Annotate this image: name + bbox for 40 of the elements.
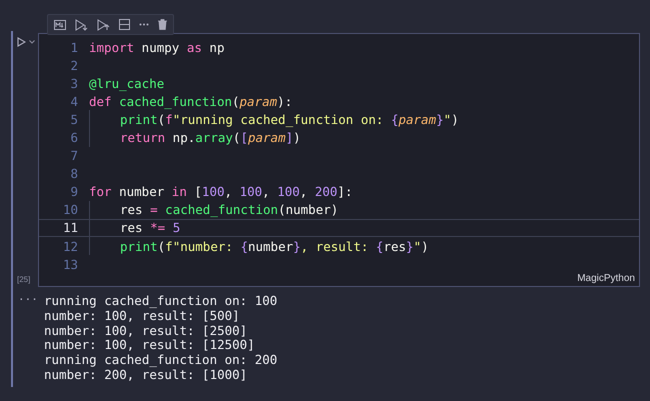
- output-line: running cached_function on: 200: [44, 353, 278, 368]
- run-icon[interactable]: [17, 37, 26, 47]
- line-number: 1: [69, 40, 78, 55]
- output-menu[interactable]: ···: [0, 294, 44, 383]
- code-line: print(f"running cached_function on: {param}"): [120, 112, 459, 127]
- code-line: res = cached_function(number): [120, 202, 338, 218]
- execution-count: [25]: [17, 275, 32, 286]
- code-line: res *= 5: [120, 220, 180, 236]
- output-line: number: 200, result: [1000]: [44, 368, 248, 383]
- line-number: 8: [69, 166, 78, 182]
- output-line: number: 100, result: [2500]: [44, 324, 248, 338]
- code-editor[interactable]: [38, 33, 640, 287]
- line-number: 11: [62, 220, 78, 236]
- line-number: 12: [62, 238, 78, 254]
- line-number: 9: [69, 184, 78, 200]
- markdown-icon[interactable]: [54, 20, 66, 30]
- line-number: 7: [69, 148, 78, 164]
- run-below-icon[interactable]: [97, 18, 110, 30]
- trash-icon[interactable]: [158, 19, 167, 30]
- code-line: @lru_cache: [89, 76, 164, 91]
- code-line: return np.array([param]): [120, 130, 301, 146]
- code-line: for number in [100, 100, 100, 200]:: [89, 184, 352, 200]
- code-line: print(f"number: {number}, result: {res}"): [120, 238, 429, 254]
- code-line: def cached_function(param):: [89, 94, 292, 109]
- output-line: number: 100, result: [500]: [44, 308, 241, 324]
- more-icon[interactable]: [139, 23, 149, 26]
- line-number: 3: [69, 76, 78, 91]
- split-cell-icon[interactable]: [119, 19, 130, 30]
- chevron-down-icon[interactable]: [29, 40, 35, 44]
- line-number: 2: [69, 58, 78, 73]
- line-number: 6: [69, 130, 78, 146]
- output-line: running cached_function on: 100: [44, 294, 278, 309]
- line-number: 10: [62, 202, 78, 218]
- line-number: 5: [69, 112, 78, 127]
- line-number: 4: [69, 94, 78, 109]
- run-above-icon[interactable]: [75, 18, 88, 30]
- code-line: import numpy as np: [89, 40, 224, 55]
- line-number: 13: [62, 256, 78, 272]
- language-label[interactable]: MagicPython: [577, 273, 635, 284]
- output-line: number: 100, result: [12500]: [44, 338, 256, 354]
